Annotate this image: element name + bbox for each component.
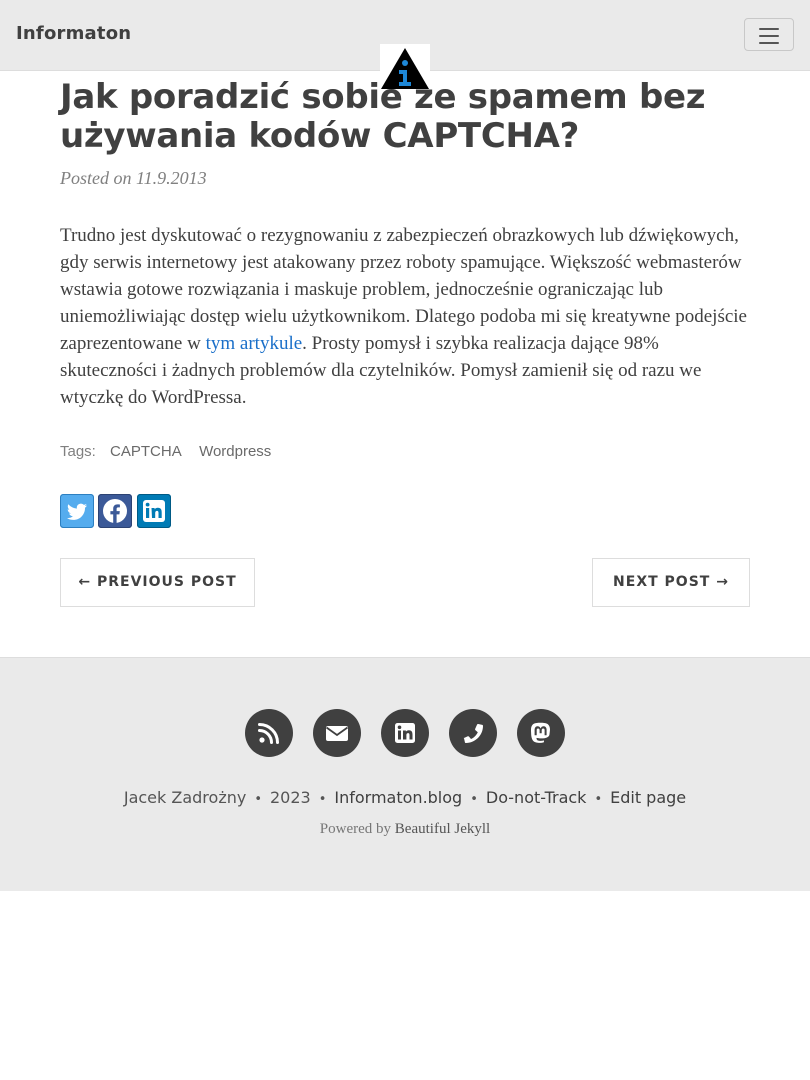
menu-toggle-button[interactable] (744, 18, 794, 51)
tag-link[interactable]: Wordpress (199, 443, 271, 460)
post-tags: Tags: CAPTCHA Wordpress (60, 443, 271, 460)
mastodon-icon (531, 722, 550, 743)
linkedin-link[interactable] (381, 709, 429, 757)
share-linkedin-button[interactable] (137, 494, 171, 528)
theme-link[interactable]: Beautiful Jekyll (395, 821, 490, 837)
copyright-year: 2023 (270, 788, 311, 807)
phone-icon (463, 723, 483, 743)
separator: • (318, 792, 327, 807)
share-facebook-button[interactable] (98, 494, 132, 528)
powered-by: Powered by Beautiful Jekyll (0, 821, 810, 838)
author-name: Jacek Zadrożny (123, 788, 247, 807)
footer-copyright: Jacek Zadrożny • 2023 • Informaton.blog • Do-n… (0, 788, 810, 807)
mastodon-link[interactable] (517, 709, 565, 757)
facebook-icon (98, 494, 132, 528)
tags-label: Tags: (60, 443, 96, 460)
rss-icon (258, 723, 279, 744)
rss-link[interactable] (245, 709, 293, 757)
share-twitter-button[interactable] (60, 494, 94, 528)
linkedin-icon (137, 494, 171, 528)
powered-prefix: Powered by (319, 821, 392, 837)
edit-page-link[interactable]: Edit page (610, 788, 686, 807)
footer: Jacek Zadrożny • 2023 • Informaton.blog • Do-n… (0, 657, 810, 891)
tag-link[interactable]: CAPTCHA (110, 443, 181, 460)
separator: • (254, 792, 262, 807)
previous-post-button[interactable]: ← PREVIOUS POST (60, 558, 255, 607)
next-post-button[interactable]: NEXT POST → (592, 558, 750, 607)
post-title: Jak poradzić sobie ze spamem bez używani… (60, 77, 706, 156)
post-meta: Posted on 11.9.2013 (60, 168, 207, 188)
separator: • (594, 792, 603, 807)
hamburger-menu-icon (759, 28, 779, 30)
phone-link[interactable] (449, 709, 497, 757)
envelope-icon (325, 726, 349, 741)
email-link[interactable] (313, 709, 361, 757)
twitter-icon (60, 494, 94, 528)
site-link[interactable]: Informaton.blog (334, 788, 462, 807)
separator: • (470, 792, 478, 807)
post-body: Trudno jest dyskutować o rezygnowaniu z … (60, 222, 750, 411)
dnt-link[interactable]: Do-not-Track (486, 788, 587, 807)
article-link[interactable]: tym artykule (206, 333, 303, 354)
linkedin-icon (395, 723, 415, 743)
site-brand[interactable]: Informaton (16, 23, 131, 44)
